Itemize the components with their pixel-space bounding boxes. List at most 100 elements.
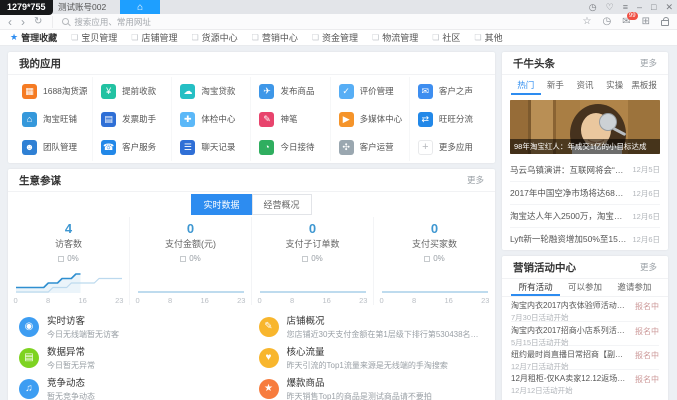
maximize-button[interactable]: □ xyxy=(651,3,656,12)
app-item[interactable]: ▶多媒体中心 xyxy=(331,105,410,133)
headlines-more-link[interactable]: 更多 xyxy=(640,57,657,69)
tab-beginner[interactable]: 新手 xyxy=(541,75,571,95)
activity-item[interactable]: 12月租柜-仅KA卖家12.12返场奖励12月12日活动开始 报名中 xyxy=(511,369,659,393)
app-item[interactable]: ⌂淘宝旺铺 xyxy=(14,105,93,133)
marketing-card: 营销活动中心 更多 所有活动 可以参加 邀请参加 淘宝内衣2017内衣体验师活动… xyxy=(502,256,668,400)
news-item[interactable]: 马云乌镇演讲：互联网将会“从有到无”12月5日 xyxy=(510,158,660,181)
app-item[interactable]: ☻团队管理 xyxy=(14,133,93,161)
activity-item[interactable]: 淘宝内衣2017内衣体验师活动招商7月30日活动开始 报名中 xyxy=(511,297,659,321)
app-item[interactable]: ⇄旺旺分流 xyxy=(410,105,489,133)
lock-icon[interactable] xyxy=(661,20,669,26)
app-icon: ✈ xyxy=(259,84,274,99)
app-icon: ✓ xyxy=(339,84,354,99)
news-item[interactable]: 淘宝达人年入2500万，淘宝已成内容创业第一...12月6日 xyxy=(510,204,660,227)
clock-icon[interactable]: ◷ xyxy=(589,3,597,12)
insight-shop-overview[interactable]: ✎ 店铺概况您店铺近30天支付金额在第1层级下排行第530438名，较前日上涨1… xyxy=(259,311,485,342)
trend-flat-icon xyxy=(302,256,308,262)
app-icon: ¥ xyxy=(101,84,116,99)
app-item[interactable]: ☁淘宝贷款 xyxy=(172,77,251,105)
news-item[interactable]: 2017年中国空净市场将达680万台，锤子畅呼吸...12月6日 xyxy=(510,181,660,204)
tab-can-join[interactable]: 可以参加 xyxy=(560,279,609,296)
heart-icon[interactable]: ♡ xyxy=(606,3,614,12)
tab-hot[interactable]: 热门 xyxy=(511,75,541,95)
app-item[interactable]: ✓评价管理 xyxy=(331,77,410,105)
marketing-more-link[interactable]: 更多 xyxy=(640,261,657,273)
app-item[interactable]: ✈发布商品 xyxy=(251,77,330,105)
business-advisor-title: 生意参谋 xyxy=(19,173,61,188)
activity-item[interactable]: 淘宝内衣2017招商小店系列活动02-5月15日活动开始 报名中 xyxy=(511,321,659,345)
grid-icon[interactable]: ⊞ xyxy=(642,16,650,27)
mail-badge: 99 xyxy=(627,12,638,20)
folder-icon: ❏ xyxy=(372,33,379,42)
app-icon: ☎ xyxy=(101,140,116,155)
sub-orders-trend-chart: 081623 xyxy=(251,265,373,305)
more-apps-button[interactable]: +更多应用 xyxy=(410,133,489,161)
insight-core-traffic[interactable]: ♥ 核心流量昨天引流的Top1流量来源是无线端的手淘搜索 xyxy=(259,342,485,373)
app-item[interactable]: ✚体检中心 xyxy=(172,105,251,133)
app-icon: ☁ xyxy=(180,84,195,99)
manage-favorites-label: 管理收藏 xyxy=(21,31,57,44)
app-item[interactable]: ▦1688淘货源 xyxy=(14,77,93,105)
tab-blackboard[interactable]: 黑板报 xyxy=(629,75,659,95)
refresh-button[interactable]: ↻ xyxy=(34,16,42,27)
minimize-button[interactable]: – xyxy=(637,3,642,12)
app-item[interactable]: ✉客户之声 xyxy=(410,77,489,105)
status-badge: 报名中 xyxy=(635,374,659,385)
folder-icon: ❏ xyxy=(252,33,259,42)
star-icon[interactable]: ☆ xyxy=(583,16,592,27)
status-badge: 报名中 xyxy=(635,350,659,361)
mail-button[interactable]: ✉ 99 xyxy=(622,16,630,27)
search-input[interactable]: 搜索应用、常用网址 xyxy=(52,16,302,28)
nav-item-huoyuan[interactable]: ❏货源中心 xyxy=(191,31,237,44)
app-item[interactable]: ▤发票助手 xyxy=(93,105,172,133)
apps-grid: ▦1688淘货源 ¥提前收款 ☁淘宝贷款 ✈发布商品 ✓评价管理 ✉客户之声 ⌂… xyxy=(8,75,495,163)
home-tab[interactable]: ⌂ xyxy=(120,0,160,14)
app-item[interactable]: ☎客户服务 xyxy=(93,133,172,161)
stat-visitors[interactable]: 4 访客数 0% xyxy=(8,217,129,265)
tab-all-activities[interactable]: 所有活动 xyxy=(511,279,560,296)
featured-article[interactable]: 98年淘宝红人：年成交1亿的小目标达成 xyxy=(510,100,660,154)
app-icon: ✉ xyxy=(418,84,433,99)
nav-item-baobei[interactable]: ❏宝贝管理 xyxy=(71,31,117,44)
stat-sub-orders[interactable]: 0 支付子订单数 0% xyxy=(251,217,373,265)
tab-realtime-data[interactable]: 实时数据 xyxy=(191,194,251,215)
tab-practice[interactable]: 实操 xyxy=(600,75,630,95)
stats-row: 4 访客数 0% 0 支付金额(元) 0% 0 支付子订单数 0% 0 支付买家… xyxy=(8,217,495,265)
stat-paying-buyers[interactable]: 0 支付买家数 0% xyxy=(373,217,495,265)
app-item[interactable]: ¥提前收款 xyxy=(93,77,172,105)
nav-item-dianpu[interactable]: ❏店铺管理 xyxy=(131,31,177,44)
nav-item-zijin[interactable]: ❏资金管理 xyxy=(312,31,358,44)
nav-item-qita[interactable]: ❏其他 xyxy=(474,31,502,44)
insight-hot-product[interactable]: ★ 爆款商品昨天销售Top1的商品是测试商品请不要拍 xyxy=(259,373,485,400)
nav-item-wuliu[interactable]: ❏物流管理 xyxy=(372,31,418,44)
tab-operations-overview[interactable]: 经营概况 xyxy=(252,194,312,215)
mini-charts-row: 081623 081623 081623 081623 xyxy=(8,265,495,307)
insight-data-anomaly[interactable]: ▤ 数据异常今日暂无异常 xyxy=(19,342,245,373)
business-more-link[interactable]: 更多 xyxy=(467,174,484,186)
activity-item[interactable]: 纽约最时尚直播日常招商【副本】12月7日活动开始 报名中 xyxy=(511,345,659,369)
app-item[interactable]: ◔今日接待 xyxy=(251,133,330,161)
back-button[interactable]: ‹ xyxy=(8,16,12,28)
app-item[interactable]: ☰聊天记录 xyxy=(172,133,251,161)
menu-icon[interactable]: ≡ xyxy=(623,3,628,12)
forward-button[interactable]: › xyxy=(21,16,25,28)
app-icon: ⇄ xyxy=(418,112,433,127)
news-item[interactable]: Lyft新一轮融资增加50%至15亿美元12月6日 xyxy=(510,227,660,250)
nav-item-yingxiao[interactable]: ❏营销中心 xyxy=(252,31,298,44)
visitors-trend-chart: 081623 xyxy=(8,265,129,305)
tab-invited[interactable]: 邀请参加 xyxy=(610,279,659,296)
activity-list: 淘宝内衣2017内衣体验师活动招商7月30日活动开始 报名中 淘宝内衣2017招… xyxy=(502,297,668,393)
insight-competition[interactable]: ♫ 竞争动态暂无竞争动态 xyxy=(19,373,245,400)
nav-item-shequ[interactable]: ❏社区 xyxy=(432,31,460,44)
manage-favorites-button[interactable]: ★ 管理收藏 xyxy=(10,31,57,44)
history-icon[interactable]: ◷ xyxy=(602,16,611,27)
app-item[interactable]: ✣客户运营 xyxy=(331,133,410,161)
tab-news[interactable]: 资讯 xyxy=(570,75,600,95)
app-item[interactable]: ✎神笔 xyxy=(251,105,330,133)
folder-icon: ❏ xyxy=(71,33,78,42)
account-tab[interactable]: 测试账号002 xyxy=(58,1,106,13)
close-button[interactable]: ✕ xyxy=(665,3,673,12)
stat-payment-amount[interactable]: 0 支付金额(元) 0% xyxy=(129,217,251,265)
my-apps-title: 我的应用 xyxy=(19,56,61,71)
insight-realtime-visitors[interactable]: ◉ 实时访客今日无线端暂无访客 xyxy=(19,311,245,342)
